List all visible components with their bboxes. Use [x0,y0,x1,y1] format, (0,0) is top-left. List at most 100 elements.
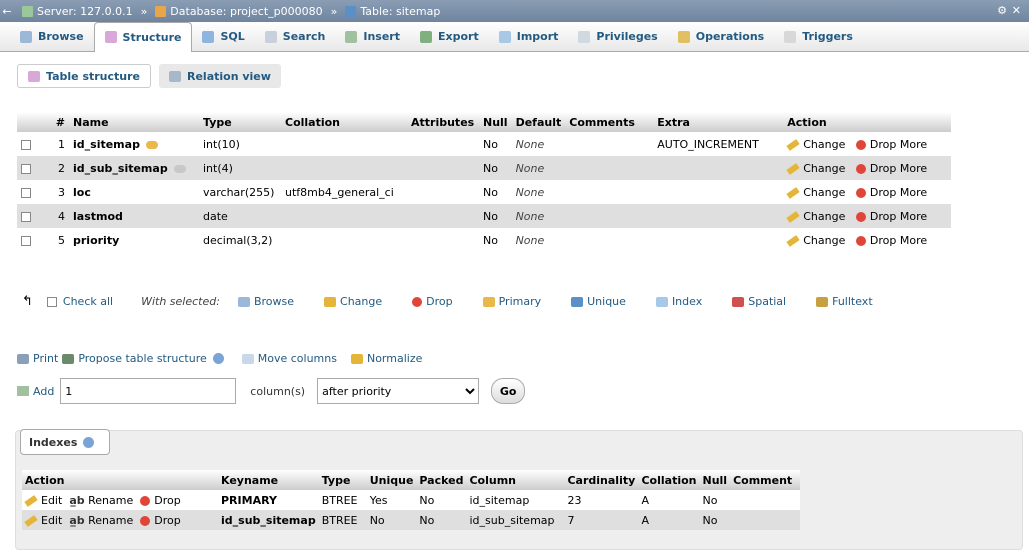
back-arrow-icon[interactable]: ← [0,5,14,18]
drop-link[interactable]: Drop [140,514,181,527]
tab-operations[interactable]: Operations [668,22,775,52]
subtab-relation-view[interactable]: Relation view [159,64,281,88]
bulk-unique-button[interactable]: Unique [571,295,626,308]
breadcrumb-database-label: Database: project_p000080 [170,4,323,18]
edit-link[interactable]: Edit [24,494,62,507]
change-link[interactable]: Change [786,137,846,151]
indexes-legend-label: Indexes [29,435,78,449]
column-extra [653,228,784,252]
header-type: Type [199,112,281,132]
bulk-primary-button[interactable]: Primary [482,295,541,308]
bulk-spatial-button[interactable]: Spatial [732,295,786,308]
breadcrumb-table[interactable]: Table: sitemap [345,5,440,18]
tab-browse[interactable]: Browse [10,22,94,52]
check-all-checkbox[interactable] [46,296,57,307]
pencil-icon [786,210,800,223]
column-attributes [407,132,479,156]
drop-label: Drop [869,137,897,151]
subtab-table-structure[interactable]: Table structure [17,64,151,88]
tab-insert[interactable]: Insert [335,22,410,52]
row-checkbox[interactable] [21,163,31,174]
propose-structure-link[interactable]: Propose table structure [62,352,227,365]
gear-icon[interactable]: ⚙ [997,4,1007,17]
idx-keyname: PRIMARY [221,493,277,507]
check-all-label: Check all [62,295,114,308]
row-checkbox[interactable] [21,187,31,198]
rename-link[interactable]: a̲b Rename [69,514,133,527]
tab-sql[interactable]: SQL [192,22,254,52]
bulk-label: Spatial [748,295,787,308]
drop-icon [855,187,866,198]
row-checkbox[interactable] [21,235,31,246]
idx-type: BTREE [318,490,367,510]
drop-link[interactable]: Drop [855,137,897,151]
bulk-drop-button[interactable]: Drop [412,295,453,308]
row-checkbox[interactable] [21,139,31,150]
idx-header-keyname: Keyname [218,470,319,490]
more-link[interactable]: More [900,162,927,175]
add-columns-count-input[interactable] [60,378,237,404]
drop-link[interactable]: Drop [855,210,896,223]
breadcrumb-database[interactable]: Database: project_p000080 [155,4,323,18]
change-link[interactable]: Change [786,234,845,247]
move-columns-link[interactable]: Move columns [241,352,337,365]
tab-search[interactable]: Search [255,22,336,52]
spatial-icon [732,296,745,307]
idx-cardinality: 23 [564,490,639,510]
drop-label: Drop [154,493,181,507]
header-checkbox-col [17,112,41,132]
idx-collation: A [638,510,700,530]
bulk-fulltext-button[interactable]: Fulltext [816,295,873,308]
close-icon[interactable]: ✕ [1012,4,1021,17]
column-null: No [479,228,512,252]
check-all[interactable]: Check all [46,295,114,308]
pencil-icon [786,234,800,247]
print-link[interactable]: Print [17,352,58,365]
more-link[interactable]: More [900,186,927,199]
bulk-label: Change [340,295,383,308]
tab-import[interactable]: Import [489,22,569,52]
sub-tabs: Table structure Relation view [17,64,1029,88]
change-link[interactable]: Change [786,186,845,199]
rename-label: Rename [88,493,134,507]
tab-label: Structure [122,30,182,44]
index-icon [655,296,668,307]
tab-triggers[interactable]: Triggers [774,22,863,52]
indexes-header-row: Action Keyname Type Unique Packed Column… [22,470,801,490]
normalize-link[interactable]: Normalize [350,352,422,365]
column-comments [565,132,654,156]
more-link[interactable]: More [900,234,927,247]
sql-icon [202,30,215,43]
bulk-change-button[interactable]: Change [324,295,382,308]
change-link[interactable]: Change [786,210,845,223]
drop-link[interactable]: Drop [855,234,896,247]
bulk-label: Browse [253,295,295,308]
breadcrumb-table-label: Table: sitemap [360,4,441,18]
more-link[interactable]: More [900,138,927,151]
rename-link[interactable]: a̲b Rename [69,494,133,507]
bulk-index-button[interactable]: Index [655,295,702,308]
change-label: Change [803,137,846,151]
add-position-select[interactable]: after priority [317,378,480,404]
privileges-icon [578,30,591,43]
tab-structure[interactable]: Structure [93,21,193,52]
row-checkbox[interactable] [21,211,31,222]
help-icon[interactable] [212,353,224,364]
go-button[interactable]: Go [491,378,526,404]
change-link[interactable]: Change [786,162,845,175]
drop-link[interactable]: Drop [855,186,896,199]
tab-export[interactable]: Export [410,22,489,52]
pencil-icon [324,296,337,307]
breadcrumb-server[interactable]: Server: 127.0.0.1 [22,5,133,18]
drop-link[interactable]: Drop [140,493,181,507]
edit-link[interactable]: Edit [24,514,62,527]
drop-link[interactable]: Drop [855,162,896,175]
normalize-icon [350,353,363,364]
bulk-browse-button[interactable]: Browse [237,295,295,308]
insert-icon [345,30,358,43]
breadcrumb-bar: ← Server: 127.0.0.1 » Database: project_… [0,0,1029,22]
drop-icon [855,139,866,150]
more-link[interactable]: More [900,210,927,223]
help-icon[interactable] [83,436,95,448]
tab-privileges[interactable]: Privileges [568,22,667,52]
